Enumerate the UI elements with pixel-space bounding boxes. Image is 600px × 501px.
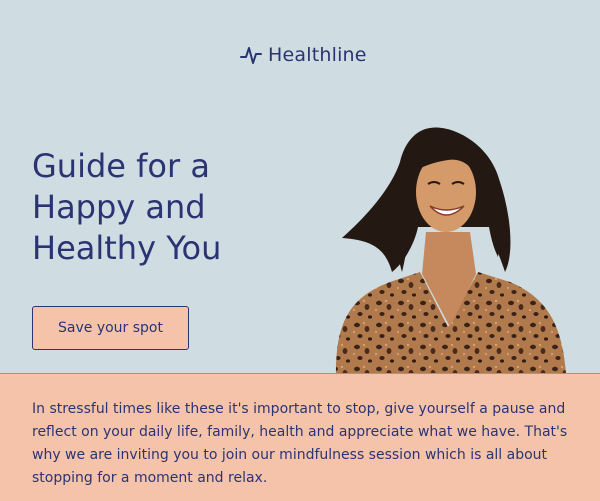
smiling-woman-photo bbox=[336, 127, 566, 373]
hero-section: Healthline Guide for a Happy and Healthy… bbox=[0, 0, 600, 373]
save-your-spot-button[interactable]: Save your spot bbox=[32, 306, 189, 350]
brand-name: Healthline bbox=[268, 44, 367, 66]
headline-line-2: Happy and bbox=[32, 188, 206, 226]
page-title: Guide for a Happy and Healthy You bbox=[32, 146, 332, 269]
info-section: In stressful times like these it's impor… bbox=[0, 373, 600, 501]
headline-line-1: Guide for a bbox=[32, 147, 210, 185]
headline-line-3: Healthy You bbox=[32, 229, 222, 267]
pulse-icon bbox=[240, 47, 262, 64]
brand-logo[interactable]: Healthline bbox=[240, 44, 367, 66]
description-text: In stressful times like these it's impor… bbox=[32, 401, 568, 486]
